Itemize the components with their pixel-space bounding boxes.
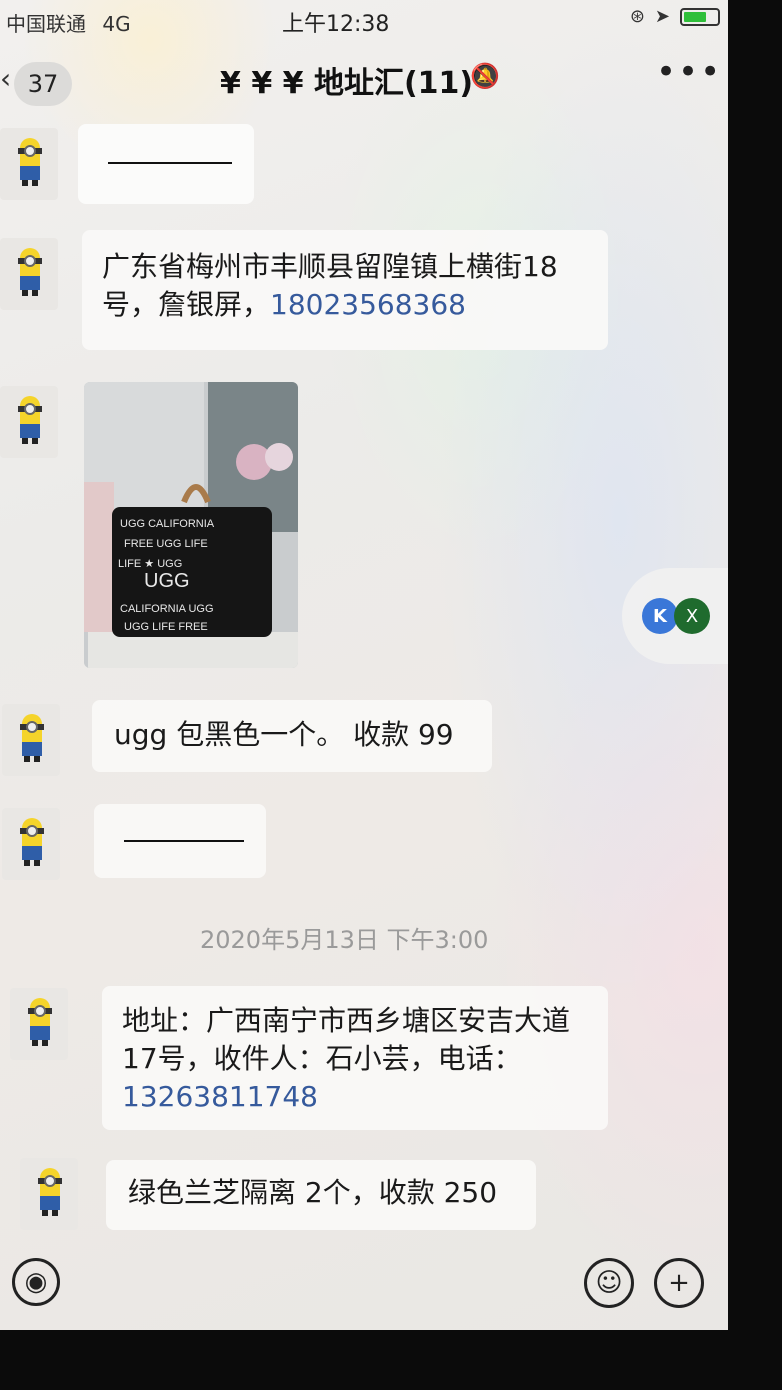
back-chevron-icon[interactable]: ‹ [0,62,11,95]
location-icon: ➤ [654,6,670,27]
status-time: 上午12:38 [282,12,390,37]
sender-avatar[interactable] [0,386,58,458]
message-text: ugg 包黑色一个。 收款 99 [114,718,454,751]
svg-text:FREE UGG LIFE: FREE UGG LIFE [124,538,208,550]
plus-icon[interactable]: + [654,1258,704,1308]
phone-link[interactable]: 13263811748 [122,1080,318,1113]
chat-title[interactable]: ¥ ¥ ¥ 地址汇(11) [220,58,473,102]
nav-bar: ‹ 37 ¥ ¥ ¥ 地址汇(11) 🔕 ••• [0,52,728,112]
sender-avatar[interactable] [2,704,60,776]
message-bubble[interactable] [78,124,254,204]
svg-text:LIFE ★ UGG: LIFE ★ UGG [118,558,182,570]
carrier-name: 中国联通 [6,12,86,36]
minion-avatar-icon [28,998,52,1046]
message-timestamp: 2020年5月13日 下午3:00 [200,926,489,954]
message-bubble[interactable]: 广东省梅州市丰顺县留隍镇上横街18号，詹银屏，18023568368 [82,230,608,350]
network-type: 4G [102,12,131,36]
message-text: 地址：广西南宁市西乡塘区安吉大道17号，收件人：石小芸，电话： [122,1004,571,1075]
chat-screen: 中国联通 4G 上午12:38 ⊛ ➤ ‹ 37 ¥ ¥ ¥ 地址汇(11) 🔕… [0,0,728,1330]
sender-avatar[interactable] [20,1158,78,1230]
message-bubble[interactable] [94,804,266,878]
message-bubble[interactable]: ugg 包黑色一个。 收款 99 [92,700,492,772]
sender-avatar[interactable] [0,128,58,200]
sender-avatar[interactable] [2,808,60,880]
unread-count-badge[interactable]: 37 [14,62,72,106]
app-badge-a[interactable]: K [642,598,678,634]
minion-avatar-icon [20,818,44,866]
screen-bezel-bottom [0,1330,782,1390]
rotation-lock-icon: ⊛ [629,6,645,27]
sender-avatar[interactable] [10,988,68,1060]
message-bubble[interactable]: 绿色兰芝隔离 2个，收款 250 [106,1160,536,1230]
mute-bell-icon: 🔕 [470,62,500,90]
emoji-icon[interactable]: ☺ [584,1258,634,1308]
dash-line [124,840,244,842]
bag-photo[interactable]: UGG CALIFORNIA FREE UGG LIFE LIFE ★ UGG … [84,382,298,668]
message-bubble[interactable]: 地址：广西南宁市西乡塘区安吉大道17号，收件人：石小芸，电话： 132638117… [102,986,608,1130]
minion-avatar-icon [38,1168,62,1216]
bag-photo-image: UGG CALIFORNIA FREE UGG LIFE LIFE ★ UGG … [84,382,298,668]
svg-text:UGG: UGG [144,570,190,592]
minion-avatar-icon [20,714,44,762]
sender-avatar[interactable] [0,238,58,310]
status-bar: 中国联通 4G 上午12:38 ⊛ ➤ [0,6,728,37]
dash-line [108,162,232,164]
carrier-label: 中国联通 4G [6,8,131,37]
svg-text:UGG LIFE FREE: UGG LIFE FREE [124,621,208,633]
app-badge-b[interactable]: X [674,598,710,634]
message-text: 绿色兰芝隔离 2个，收款 250 [128,1176,498,1209]
screen-bezel-right [728,0,782,1390]
minion-avatar-icon [18,396,42,444]
battery-icon [680,7,720,26]
floating-widget[interactable]: K X [622,568,728,664]
minion-avatar-icon [18,248,42,296]
phone-link[interactable]: 18023568368 [270,288,466,321]
minion-avatar-icon [18,138,42,186]
more-options-icon[interactable]: ••• [656,52,722,92]
svg-text:UGG CALIFORNIA: UGG CALIFORNIA [120,518,215,530]
input-toolbar: ◉ ☺ + [0,1252,728,1322]
svg-text:CALIFORNIA UGG: CALIFORNIA UGG [120,603,214,615]
status-icons: ⊛ ➤ [630,6,720,27]
voice-input-icon[interactable]: ◉ [12,1258,60,1306]
